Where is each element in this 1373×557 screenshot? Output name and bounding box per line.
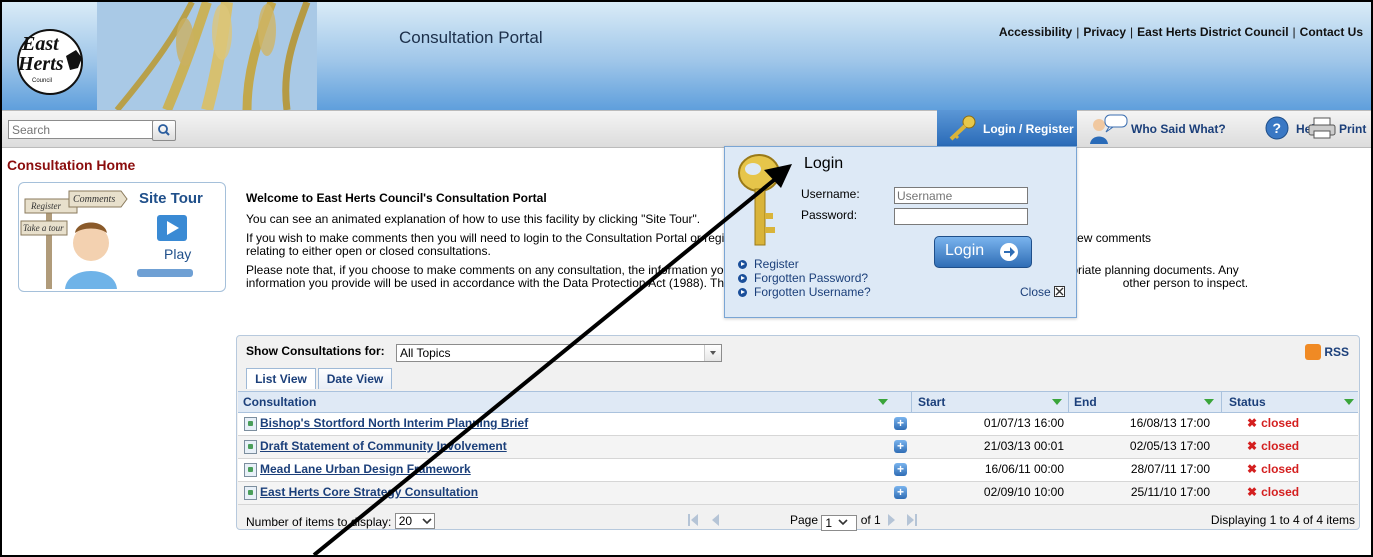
page-frame: East Herts Council Consultation Portal A… [0,0,1373,557]
annotation-arrow [312,164,792,555]
